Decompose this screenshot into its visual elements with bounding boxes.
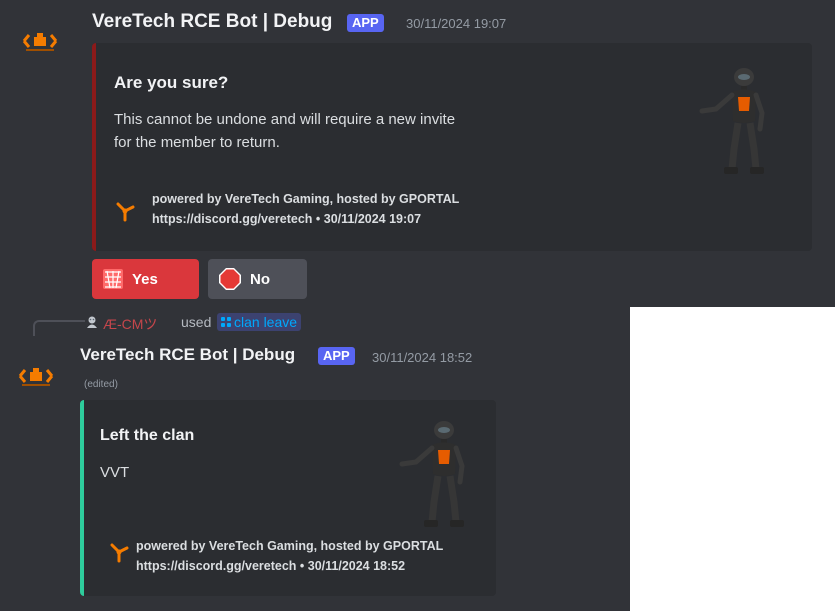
- embed-color-bar: [80, 400, 84, 596]
- embed-footer: powered by VereTech Gaming, hosted by GP…: [152, 189, 459, 229]
- embed-description: This cannot be undone and will require a…: [114, 108, 634, 154]
- message-timestamp[interactable]: 30/11/2024 19:07: [406, 16, 506, 31]
- author-name[interactable]: VereTech RCE Bot | Debug: [92, 11, 332, 33]
- message-confirm: VereTech RCE Bot | Debug APP 30/11/2024 …: [0, 0, 835, 307]
- yes-button[interactable]: Yes: [92, 259, 199, 299]
- footer-line: https://discord.gg/veretech • 30/11/2024…: [136, 559, 406, 573]
- embed-description: VVT: [100, 464, 130, 481]
- message-timestamp[interactable]: 30/11/2024 18:52: [372, 350, 472, 365]
- reply-connector: [33, 320, 85, 336]
- net-icon: [103, 269, 123, 289]
- author-name[interactable]: VereTech RCE Bot | Debug: [80, 345, 295, 365]
- app-badge: APP: [347, 14, 384, 32]
- footer-line: powered by VereTech Gaming, hosted by GP…: [136, 539, 444, 553]
- slash-command-chip[interactable]: clan leave: [217, 313, 302, 331]
- embed-title: Are you sure?: [114, 73, 229, 92]
- app-badge: APP: [318, 347, 355, 365]
- footer-logo-icon: [116, 202, 135, 222]
- left-clan-embed: Left the clan VVT powered by VereTech Ga…: [80, 400, 496, 596]
- embed-footer: powered by VereTech Gaming, hosted by GP…: [136, 536, 443, 576]
- edited-label: (edited): [84, 379, 118, 390]
- yes-button-label: Yes: [132, 270, 158, 288]
- embed-description-line: for the member to return.: [114, 134, 280, 151]
- bot-avatar-icon[interactable]: [16, 360, 56, 390]
- embed-color-bar: [92, 43, 96, 251]
- reply-verb: used: [181, 314, 212, 330]
- no-button[interactable]: No: [208, 259, 307, 299]
- robot-icon[interactable]: [698, 65, 778, 177]
- footer-logo-icon: [110, 543, 129, 563]
- confirm-embed: Are you sure? This cannot be undone and …: [92, 43, 812, 251]
- embed-description-line: This cannot be undone and will require a…: [114, 111, 456, 128]
- embed-title: Left the clan: [100, 427, 195, 444]
- slash-command-name: clan leave: [234, 314, 298, 330]
- command-icon: [221, 317, 231, 327]
- bot-avatar-icon[interactable]: [20, 25, 60, 55]
- reply-username[interactable]: Æ-CMツ: [103, 314, 157, 334]
- stop-sign-icon: [219, 268, 241, 290]
- user-avatar-icon[interactable]: [85, 315, 99, 329]
- no-button-label: No: [250, 270, 270, 288]
- footer-line: powered by VereTech Gaming, hosted by GP…: [152, 192, 460, 206]
- robot-icon[interactable]: [398, 418, 478, 530]
- footer-line: https://discord.gg/veretech • 30/11/2024…: [152, 212, 422, 226]
